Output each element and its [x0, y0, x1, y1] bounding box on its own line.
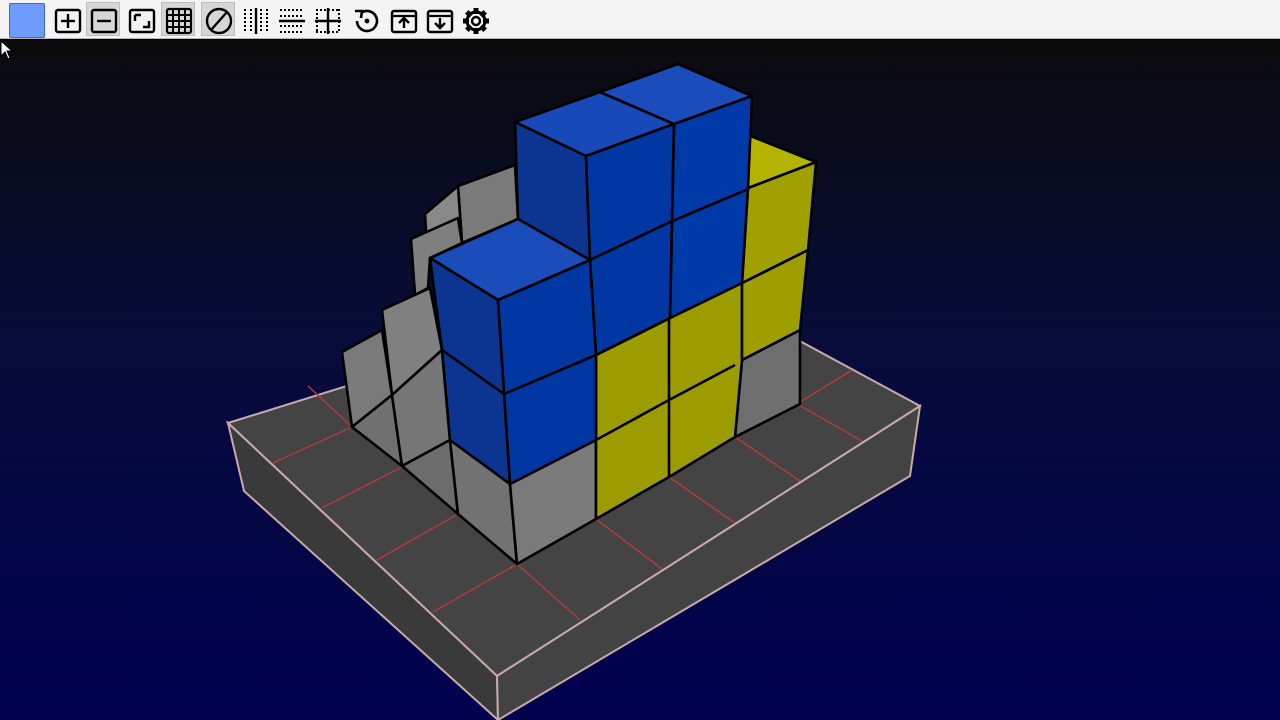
export-button[interactable]: [386, 2, 420, 36]
toolbar: [0, 0, 1280, 39]
prohibit-icon: [205, 7, 233, 35]
minus-square-icon: [90, 8, 118, 34]
mirror-y-icon: [279, 9, 305, 33]
mirror-xy-button[interactable]: [310, 2, 344, 36]
mirror-y-button[interactable]: [274, 2, 308, 36]
grid-toggle-button[interactable]: [161, 2, 195, 36]
arrow-cursor: [0, 40, 14, 60]
3d-viewport[interactable]: [0, 40, 1280, 720]
rotate-reset-icon: [355, 9, 379, 33]
import-button[interactable]: [422, 2, 456, 36]
voxel-scene[interactable]: [0, 40, 1280, 720]
clear-button[interactable]: [201, 2, 235, 36]
add-block-button[interactable]: [50, 2, 84, 36]
reset-view-button[interactable]: [348, 2, 382, 36]
gear-icon: [463, 8, 489, 34]
paint-mode-button[interactable]: [124, 2, 158, 36]
mirror-x-button[interactable]: [238, 2, 272, 36]
mirror-xy-icon: [315, 8, 341, 34]
mirror-x-icon: [244, 8, 268, 34]
corner-square-icon: [128, 8, 156, 34]
color-swatch-button[interactable]: [9, 3, 45, 38]
download-box-icon: [426, 9, 454, 34]
grid-icon: [165, 7, 193, 35]
remove-block-button[interactable]: [86, 2, 120, 36]
upload-box-icon: [390, 9, 418, 34]
plus-square-icon: [54, 8, 82, 34]
settings-button[interactable]: [458, 2, 492, 36]
